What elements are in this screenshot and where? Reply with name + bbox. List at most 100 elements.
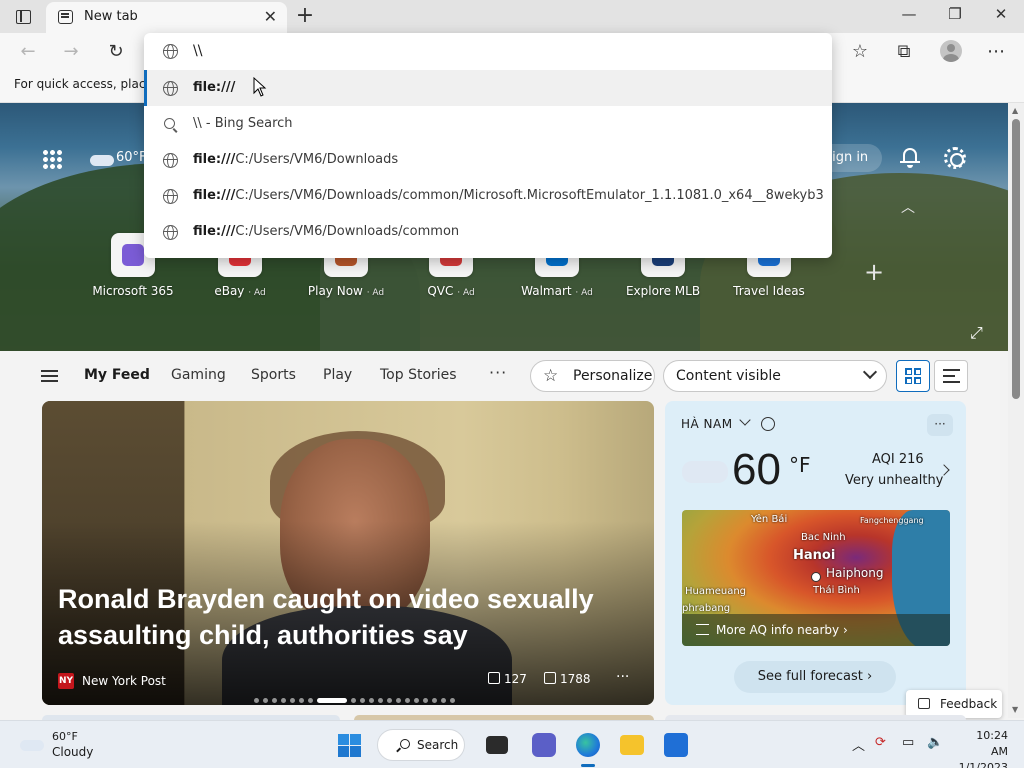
location-icon[interactable]	[761, 417, 775, 431]
scroll-down-icon[interactable]: ▼	[1012, 705, 1018, 714]
suggestion-item[interactable]: file:///	[144, 70, 832, 106]
chevron-down-icon[interactable]	[739, 414, 751, 426]
more-aq-link[interactable]: More AQ info nearby ›	[716, 623, 848, 637]
aqi-value[interactable]: AQI 216	[872, 452, 924, 467]
carousel-dot[interactable]	[396, 698, 401, 703]
carousel-dot[interactable]	[405, 698, 410, 703]
weather-unit[interactable]: °F	[789, 453, 811, 477]
app-launcher-icon[interactable]	[42, 149, 62, 169]
dislike-button[interactable]: 1788	[544, 672, 591, 686]
system-clock[interactable]: 10:24 AM 1/1/2023	[958, 728, 1008, 768]
chat-icon[interactable]	[532, 733, 556, 757]
quick-link-name: Walmart	[521, 284, 572, 298]
tab-actions-button[interactable]	[12, 7, 36, 27]
hamburger-icon[interactable]	[41, 370, 58, 382]
edge-browser-icon[interactable]	[576, 733, 600, 757]
restore-button[interactable]: ❐	[940, 5, 970, 23]
scroll-up-icon[interactable]: ▲	[1012, 106, 1018, 115]
more-icon[interactable]: ⋯	[982, 39, 1010, 65]
feedback-button[interactable]: Feedback	[906, 690, 1002, 718]
microsoft-store-icon[interactable]	[664, 733, 688, 757]
carousel-dot[interactable]	[254, 698, 259, 703]
content-visibility-dropdown[interactable]: Content visible	[663, 360, 887, 392]
air-quality-map[interactable]: Yên Bái Bac Ninh Fangchenggang Hanoi Hai…	[682, 510, 950, 646]
windows-start-icon[interactable]	[338, 734, 361, 757]
carousel-dot[interactable]	[272, 698, 277, 703]
list-view-button[interactable]	[934, 360, 968, 392]
suggestion-text: file:///C:/Users/VM6/Downloads/common	[193, 224, 823, 239]
taskbar-search[interactable]: Search	[377, 729, 465, 761]
forward-arrow-icon[interactable]: →	[57, 39, 85, 65]
bell-icon[interactable]	[900, 147, 920, 169]
suggestion-item[interactable]: file:///C:/Users/VM6/Downloads/common	[144, 214, 832, 250]
carousel-dot[interactable]	[450, 698, 455, 703]
personalize-button[interactable]: ☆ Personalize	[530, 360, 655, 392]
tab-sports[interactable]: Sports	[251, 367, 296, 383]
chevron-up-icon[interactable]: ︿	[901, 197, 915, 217]
carousel-dot[interactable]	[378, 698, 383, 703]
source-name[interactable]: New York Post	[82, 674, 166, 688]
carousel-dot[interactable]	[414, 698, 419, 703]
close-window-button[interactable]: ✕	[986, 5, 1016, 23]
carousel-dot[interactable]	[263, 698, 268, 703]
weather-location[interactable]: HÀ NAM	[681, 417, 733, 431]
map-label: Fangchenggang	[860, 516, 924, 525]
tab-gaming[interactable]: Gaming	[171, 367, 226, 383]
map-label: Huameuang	[685, 586, 747, 597]
network-error-icon[interactable]: ⟳	[875, 735, 886, 750]
feature-headline[interactable]: Ronald Brayden caught on video sexually …	[58, 581, 618, 653]
address-bar[interactable]: \\	[144, 33, 832, 70]
carousel-dot[interactable]	[387, 698, 392, 703]
grid-view-button[interactable]	[896, 360, 930, 392]
back-arrow-icon[interactable]: ←	[14, 39, 42, 65]
carousel-dot[interactable]	[308, 698, 313, 703]
collections-icon[interactable]: ⧉	[890, 39, 918, 65]
carousel-dot[interactable]	[299, 698, 304, 703]
gear-icon[interactable]	[944, 147, 966, 169]
feedback-label: Feedback	[940, 697, 998, 711]
file-explorer-icon[interactable]	[620, 735, 644, 755]
carousel-dot[interactable]	[369, 698, 374, 703]
feature-more-button[interactable]: ···	[616, 669, 629, 685]
weather-more-button[interactable]: ···	[927, 414, 953, 436]
show-hidden-icons-icon[interactable]: ︿	[852, 735, 865, 754]
close-tab-icon[interactable]: ✕	[264, 7, 277, 26]
favorites-icon[interactable]: ☆	[846, 39, 874, 65]
carousel-dot[interactable]	[281, 698, 286, 703]
add-quick-link-icon[interactable]: +	[864, 258, 884, 286]
suggestion-item[interactable]: file:///C:/Users/VM6/Downloads/common/Mi…	[144, 178, 832, 214]
new-tab-page-icon	[58, 10, 73, 24]
carousel-dot[interactable]	[441, 698, 446, 703]
profile-avatar[interactable]	[940, 40, 962, 62]
page-scrollbar[interactable]: ▲ ▼	[1008, 103, 1024, 718]
new-tab-button[interactable]: +	[293, 3, 317, 29]
see-full-forecast-button[interactable]: See full forecast ›	[734, 661, 896, 693]
map-label: Thái Bình	[813, 585, 860, 596]
carousel-dot[interactable]	[432, 698, 437, 703]
carousel-dot[interactable]	[351, 698, 356, 703]
like-button[interactable]: 127	[488, 672, 527, 686]
more-tabs-button[interactable]: ···	[489, 363, 507, 382]
tab-my-feed[interactable]: My Feed	[84, 367, 150, 383]
display-icon[interactable]: ▭	[902, 735, 914, 750]
task-view-icon[interactable]	[486, 736, 508, 754]
ad-badge: · Ad	[575, 288, 593, 298]
suggestion-item[interactable]: \\ - Bing Search	[144, 106, 832, 142]
carousel-dot[interactable]	[290, 698, 295, 703]
feature-news-card[interactable]: Ronald Brayden caught on video sexually …	[42, 401, 654, 705]
quick-link-label: Walmart · Ad	[507, 284, 607, 298]
scrollbar-thumb[interactable]	[1012, 119, 1020, 399]
tab-new-tab[interactable]: New tab ✕	[46, 2, 287, 33]
suggestion-item[interactable]: file:///C:/Users/VM6/Downloads	[144, 142, 832, 178]
refresh-icon[interactable]: ↻	[102, 39, 130, 65]
carousel-dot[interactable]	[360, 698, 365, 703]
expand-icon[interactable]: ⤢	[970, 323, 983, 343]
address-input[interactable]: \\	[193, 43, 202, 59]
air-quality-icon	[696, 624, 709, 635]
carousel-dot[interactable]	[423, 698, 428, 703]
volume-icon[interactable]: 🔈	[927, 735, 943, 750]
tab-play[interactable]: Play	[323, 367, 352, 383]
minimize-button[interactable]: —	[894, 5, 924, 23]
tab-top-stories[interactable]: Top Stories	[380, 367, 457, 383]
carousel-dot[interactable]	[317, 698, 347, 703]
